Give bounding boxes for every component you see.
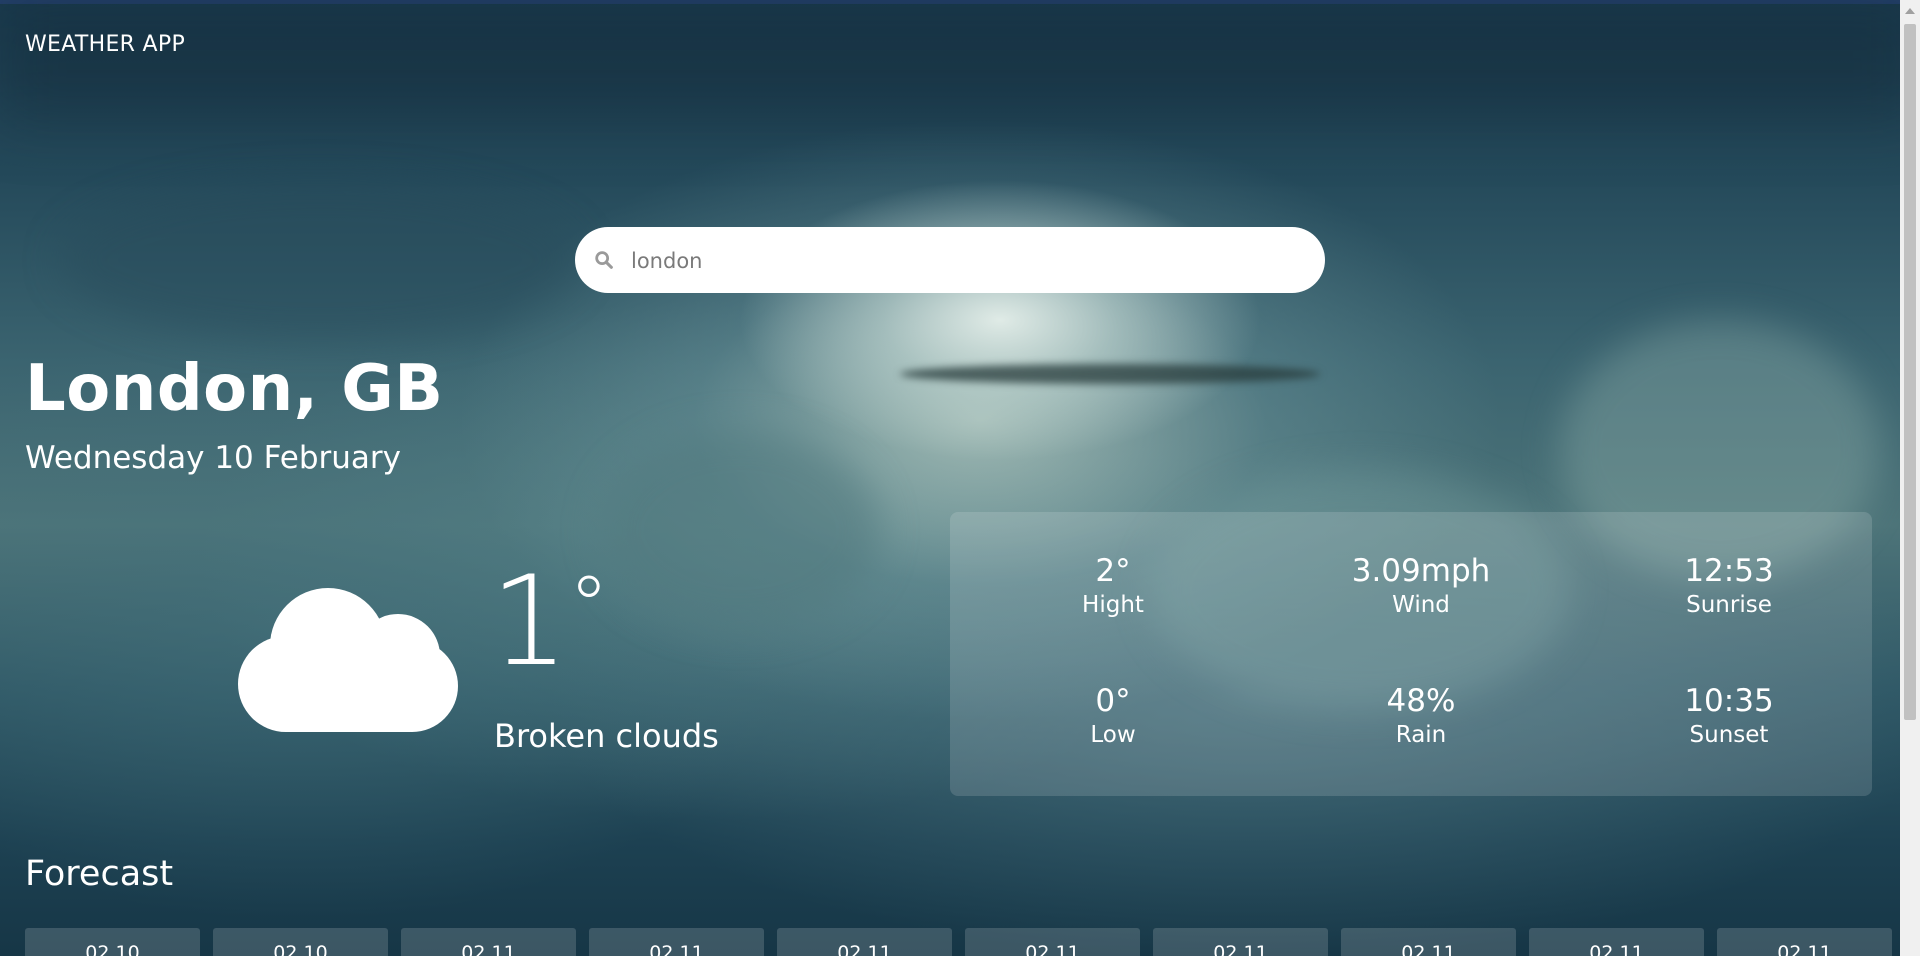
- forecast-card[interactable]: 02.11: [401, 928, 576, 956]
- forecast-card[interactable]: 02.11: [1717, 928, 1892, 956]
- forecast-date: 02.10: [85, 942, 140, 956]
- temperature-value: 1: [490, 550, 569, 694]
- scroll-up-arrow-icon[interactable]: [1905, 8, 1915, 14]
- stat-label: Wind: [1392, 592, 1450, 619]
- degree-symbol: °: [568, 559, 609, 652]
- cloud-bank: [60, 180, 580, 340]
- forecast-date: 02.10: [273, 942, 328, 956]
- forecast-card[interactable]: 02.11: [777, 928, 952, 956]
- stat-value: 48%: [1386, 683, 1456, 719]
- city-name: London, GB: [25, 352, 444, 426]
- temperature: 1°: [490, 559, 609, 684]
- forecast-list: 02.10 02.10 02.11 02.11 02.11 02.11 02.1…: [25, 928, 1892, 956]
- stat-value: 0°: [1095, 683, 1131, 719]
- search-input[interactable]: [629, 227, 1293, 295]
- stat-value: 12:53: [1684, 553, 1774, 589]
- stat-rain: 48% Rain: [1301, 684, 1541, 748]
- forecast-date: 02.11: [1777, 942, 1832, 956]
- cloud-bank: [600, 430, 880, 630]
- forecast-card[interactable]: 02.11: [1341, 928, 1516, 956]
- forecast-card[interactable]: 02.11: [1153, 928, 1328, 956]
- sky-shade: [0, 0, 1920, 120]
- stat-label: Rain: [1395, 722, 1447, 749]
- stat-value: 10:35: [1684, 683, 1774, 719]
- stat-high: 2° Hight: [993, 554, 1233, 618]
- forecast-date: 02.11: [1213, 942, 1268, 956]
- stat-label: Hight: [1082, 592, 1144, 619]
- forecast-card[interactable]: 02.10: [213, 928, 388, 956]
- search-bar[interactable]: [575, 227, 1325, 295]
- stat-sunrise: 12:53 Sunrise: [1609, 554, 1849, 618]
- search-icon: [595, 251, 613, 269]
- dark-cloud-streak: [900, 364, 1320, 384]
- weather-description: Broken clouds: [494, 717, 719, 755]
- forecast-date: 02.11: [649, 942, 704, 956]
- forecast-title: Forecast: [25, 854, 174, 894]
- forecast-card[interactable]: 02.11: [965, 928, 1140, 956]
- forecast-date: 02.11: [837, 942, 892, 956]
- forecast-card[interactable]: 02.11: [589, 928, 764, 956]
- forecast-date: 02.11: [1401, 942, 1456, 956]
- stat-value: 2°: [1095, 553, 1131, 589]
- stat-label: Low: [1090, 722, 1136, 749]
- stat-sunset: 10:35 Sunset: [1609, 684, 1849, 748]
- stat-value: 3.09mph: [1351, 553, 1491, 589]
- scrollbar-thumb[interactable]: [1904, 24, 1916, 720]
- forecast-card[interactable]: 02.10: [25, 928, 200, 956]
- weather-page: WEATHER APP London, GB Wednesday 10 Febr…: [0, 0, 1920, 956]
- stat-label: Sunrise: [1686, 592, 1772, 619]
- stat-label: Sunset: [1689, 722, 1769, 749]
- vertical-scrollbar[interactable]: [1900, 0, 1920, 956]
- current-date: Wednesday 10 February: [25, 440, 401, 476]
- stat-wind: 3.09mph Wind: [1301, 554, 1541, 618]
- forecast-date: 02.11: [1589, 942, 1644, 956]
- forecast-date: 02.11: [461, 942, 516, 956]
- stat-low: 0° Low: [993, 684, 1233, 748]
- stats-panel: 2° Hight 3.09mph Wind 12:53 Sunrise 0° L…: [950, 512, 1872, 796]
- app-title: WEATHER APP: [25, 32, 186, 57]
- cloud-icon: [238, 588, 458, 732]
- forecast-card[interactable]: 02.11: [1529, 928, 1704, 956]
- forecast-date: 02.11: [1025, 942, 1080, 956]
